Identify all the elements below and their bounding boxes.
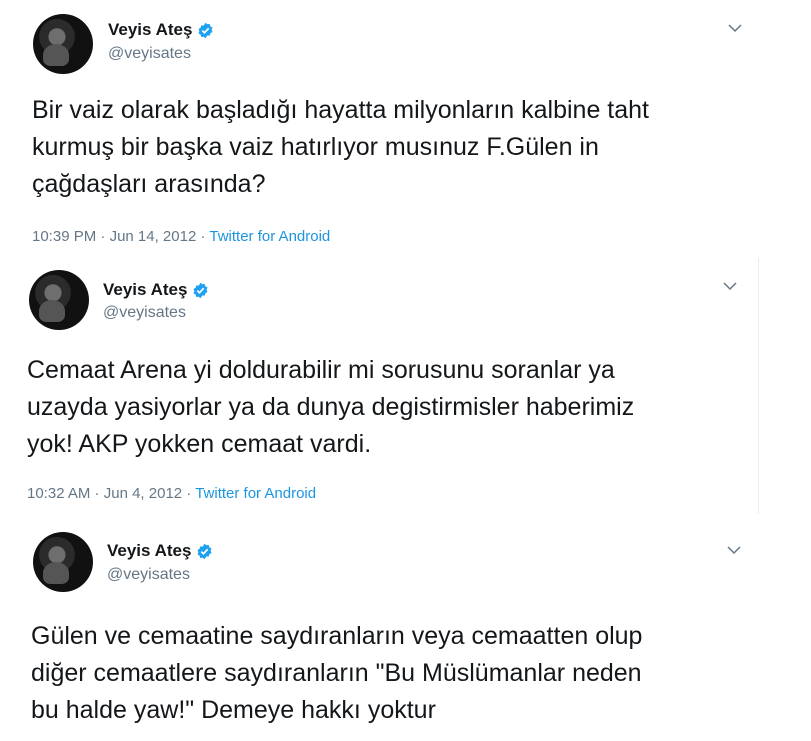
author-handle[interactable]: @veyisates <box>107 566 190 584</box>
author-name[interactable]: Veyis Ateş <box>107 541 213 561</box>
separator: · <box>90 485 104 502</box>
avatar[interactable] <box>33 14 93 74</box>
tweet-1: Veyis Ateş @veyisates Bir vaiz olarak ba… <box>0 0 811 258</box>
tweet-2: Veyis Ateş @veyisates Cemaat Arena yi do… <box>0 258 811 514</box>
tweet-3: Veyis Ateş @veyisates Gülen ve cemaatine… <box>0 514 811 741</box>
author-handle[interactable]: @veyisates <box>108 45 191 63</box>
author-name-text[interactable]: Veyis Ateş <box>108 20 192 40</box>
chevron-down-icon[interactable] <box>722 278 738 294</box>
tweet-text: Bir vaiz olarak başladığı hayatta milyon… <box>32 96 649 198</box>
author-name-text[interactable]: Veyis Ateş <box>107 541 191 561</box>
verified-badge-icon <box>193 282 208 298</box>
tweet-source-link[interactable]: Twitter for Android <box>195 485 316 502</box>
avatar[interactable] <box>33 532 93 592</box>
verified-badge-icon <box>198 22 213 38</box>
tweet-meta: 10:32 AM · Jun 4, 2012 · Twitter for And… <box>27 485 316 502</box>
tweet-meta: 10:39 PM · Jun 14, 2012 · Twitter for An… <box>32 228 330 245</box>
tweet-date[interactable]: Jun 14, 2012 <box>110 228 197 245</box>
verified-badge-icon <box>197 543 212 559</box>
author-name[interactable]: Veyis Ateş <box>108 20 214 40</box>
avatar[interactable] <box>29 270 89 330</box>
separator: · <box>96 228 110 245</box>
tweet-time[interactable]: 10:39 PM <box>32 228 96 245</box>
chevron-down-icon[interactable] <box>727 20 743 36</box>
tweet-source-link[interactable]: Twitter for Android <box>209 228 330 245</box>
author-handle[interactable]: @veyisates <box>103 304 186 322</box>
author-name[interactable]: Veyis Ateş <box>103 280 209 300</box>
tweet-text: Gülen ve cemaatine saydıranların veya ce… <box>31 622 643 724</box>
author-name-text[interactable]: Veyis Ateş <box>103 280 187 300</box>
separator: · <box>182 485 196 502</box>
tweet-text: Cemaat Arena yi doldurabilir mi sorusunu… <box>27 356 635 458</box>
tweet-time[interactable]: 10:32 AM <box>27 485 90 502</box>
tweet-date[interactable]: Jun 4, 2012 <box>104 485 182 502</box>
separator: · <box>196 228 210 245</box>
chevron-down-icon[interactable] <box>726 542 742 558</box>
